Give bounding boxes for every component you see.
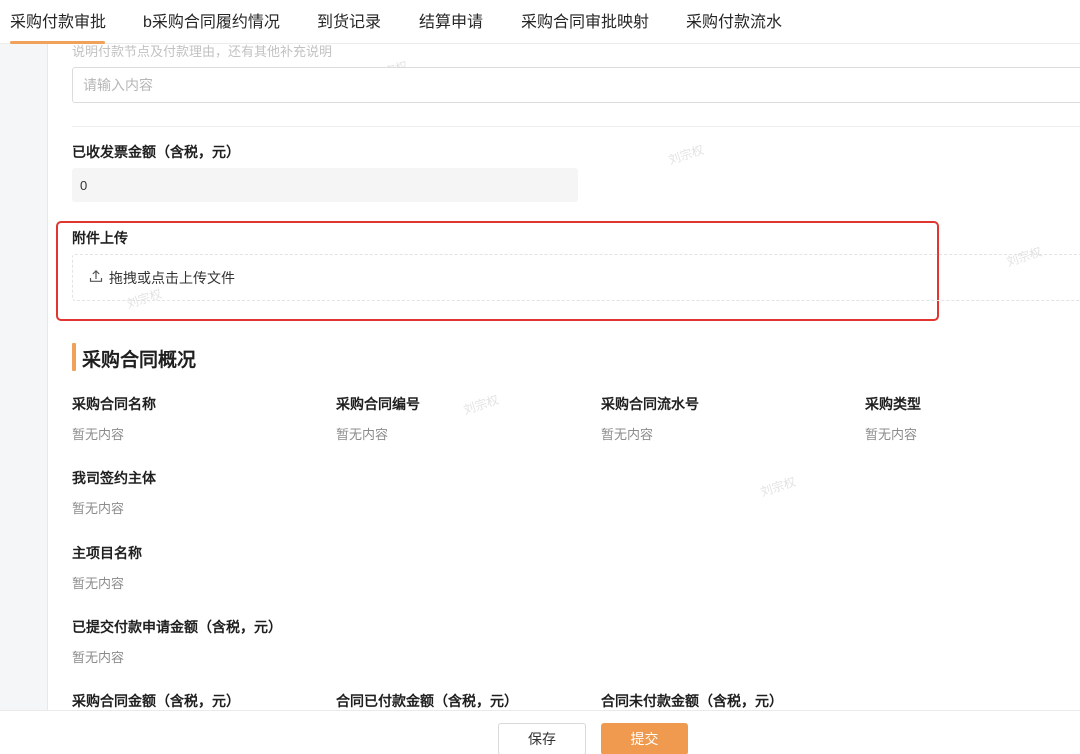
save-button[interactable]: 保存 bbox=[498, 723, 586, 754]
field-label-unpaid-amount: 合同未付款金额（含税，元） bbox=[601, 693, 783, 709]
contract-overview-title: 采购合同概况 bbox=[82, 350, 197, 371]
field-label-contract-amount: 采购合同金额（含税，元） bbox=[72, 693, 240, 709]
tab-contract-approval-mapping[interactable]: 采购合同审批映射 bbox=[521, 8, 649, 32]
field-value-purchase-type: 暂无内容 bbox=[865, 427, 918, 442]
watermark: 刘宗权 bbox=[758, 474, 798, 500]
payment-reason-input[interactable]: 请输入内容 bbox=[72, 67, 1080, 103]
field-label-purchase-type: 采购类型 bbox=[865, 396, 921, 412]
watermark: 刘宗权 bbox=[666, 142, 706, 168]
tab-payment-flow[interactable]: 采购付款流水 bbox=[686, 8, 782, 32]
upload-dropzone[interactable]: 拖拽或点击上传文件 bbox=[72, 254, 1080, 301]
field-label-signing-entity: 我司签约主体 bbox=[72, 470, 156, 486]
field-label-contract-name: 采购合同名称 bbox=[72, 396, 156, 412]
field-label-main-project: 主项目名称 bbox=[72, 545, 142, 561]
upload-text: 拖拽或点击上传文件 bbox=[109, 269, 235, 286]
field-label-paid-amount: 合同已付款金额（含税，元） bbox=[336, 693, 518, 709]
field-value-signing-entity: 暂无内容 bbox=[72, 501, 125, 516]
section-accent-bar bbox=[72, 343, 76, 371]
attachment-label: 附件上传 bbox=[72, 230, 128, 246]
left-gutter bbox=[0, 44, 48, 710]
tab-settlement-application[interactable]: 结算申请 bbox=[419, 8, 483, 32]
invoice-amount-value: 0 bbox=[80, 177, 88, 193]
field-label-submitted-payment-amount: 已提交付款申请金额（含税，元） bbox=[72, 619, 282, 635]
divider bbox=[72, 126, 1080, 127]
watermark: 刘宗权 bbox=[461, 392, 501, 418]
upload-icon bbox=[89, 269, 109, 286]
field-value-submitted-payment-amount: 暂无内容 bbox=[72, 650, 125, 665]
invoice-amount-field: 0 bbox=[72, 168, 578, 202]
field-value-contract-number: 暂无内容 bbox=[336, 427, 389, 442]
tab-arrival-records[interactable]: 到货记录 bbox=[317, 8, 381, 32]
field-value-contract-serial: 暂无内容 bbox=[601, 427, 654, 442]
field-value-main-project: 暂无内容 bbox=[72, 576, 125, 591]
payment-reason-hint: 说明付款节点及付款理由，还有其他补充说明 bbox=[72, 44, 333, 59]
payment-reason-placeholder: 请输入内容 bbox=[83, 77, 153, 93]
tab-bar: 采购付款审批 b采购合同履约情况 到货记录 结算申请 采购合同审批映射 采购付款… bbox=[0, 0, 1080, 44]
submit-button[interactable]: 提交 bbox=[601, 723, 688, 754]
field-value-contract-name: 暂无内容 bbox=[72, 427, 125, 442]
field-label-contract-serial: 采购合同流水号 bbox=[601, 396, 699, 412]
tab-purchase-payment-approval[interactable]: 采购付款审批 bbox=[10, 8, 106, 32]
field-label-contract-number: 采购合同编号 bbox=[336, 396, 420, 412]
invoice-amount-label: 已收发票金额（含税，元） bbox=[72, 144, 240, 160]
tab-contract-performance[interactable]: b采购合同履约情况 bbox=[143, 8, 280, 32]
